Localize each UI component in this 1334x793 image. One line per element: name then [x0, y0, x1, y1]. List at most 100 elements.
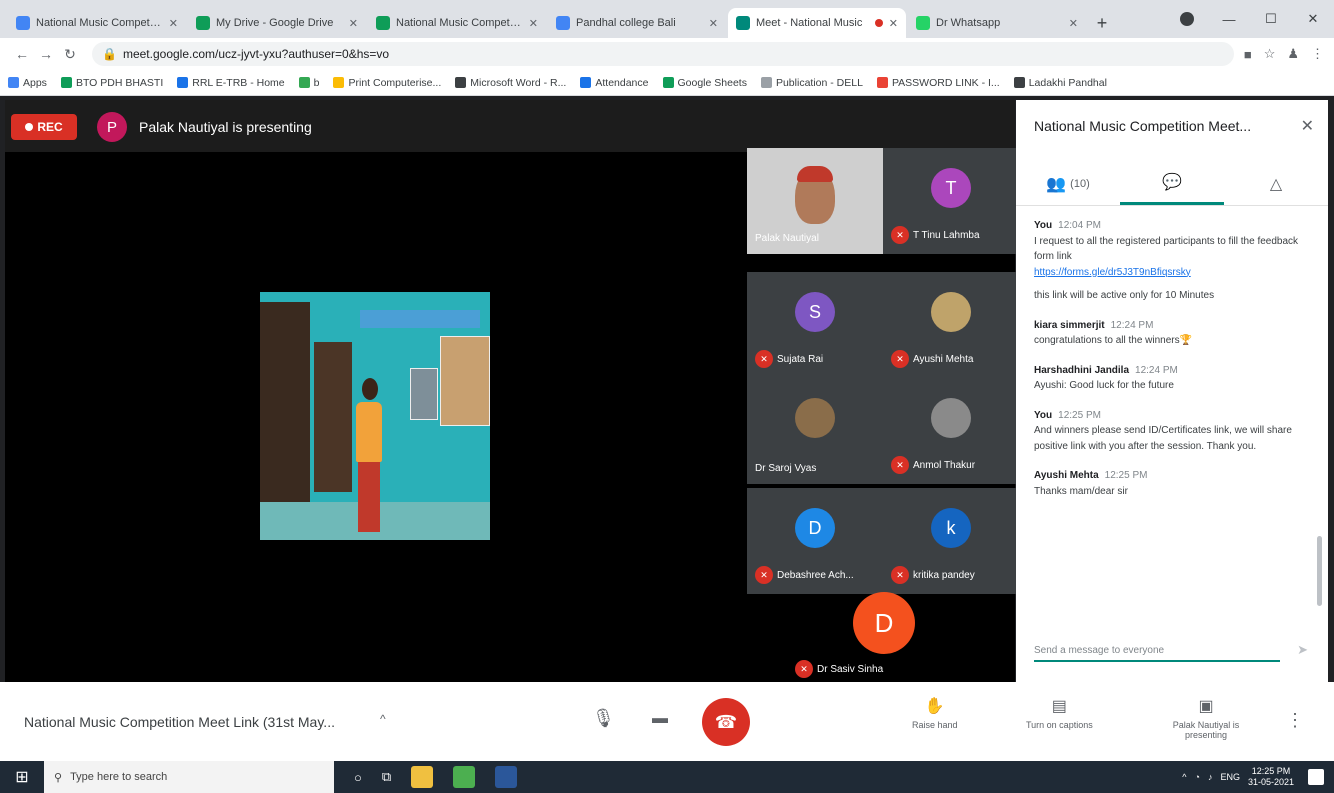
profile-icon[interactable] — [1180, 12, 1194, 26]
message-time: 12:04 PM — [1058, 220, 1101, 231]
mic-off-icon: ✕ — [891, 566, 909, 584]
menu-kebab-icon[interactable]: ⋮ — [1311, 46, 1324, 62]
participant-tile[interactable]: ✕ Anmol Thakur — [883, 378, 1019, 484]
star-icon[interactable]: ☆ — [1264, 46, 1276, 62]
participant-tile[interactable]: ✕ Ayushi Mehta — [883, 272, 1019, 378]
notification-icon[interactable] — [1308, 769, 1324, 785]
bookmark-item[interactable]: Ladakhi Pandhal — [1013, 77, 1107, 89]
bookmark-item[interactable]: Attendance — [580, 77, 649, 89]
tab-activities[interactable]: △ — [1224, 162, 1328, 205]
bookmark-item[interactable]: RRL E-TRB - Home — [177, 77, 285, 89]
close-window-button[interactable]: ✕ — [1292, 6, 1334, 32]
tab-favicon-icon — [16, 16, 30, 30]
address-bar[interactable]: 🔒 meet.google.com/ucz-jyvt-yxu?authuser=… — [92, 42, 1234, 66]
tab-close-icon[interactable]: ✕ — [709, 17, 718, 30]
more-options-icon[interactable]: ⋮ — [1286, 710, 1304, 731]
captions-button[interactable]: ▤ Turn on captions — [1026, 696, 1093, 730]
message-text: this link will be active only for 10 Min… — [1034, 290, 1215, 301]
camera-permission-icon[interactable]: ■ — [1244, 47, 1252, 62]
tab-chat[interactable]: 💬 — [1120, 162, 1224, 205]
browser-tab[interactable]: National Music Competition ✕ — [368, 8, 546, 38]
participant-tile[interactable]: D ✕ Debashree Ach... — [747, 488, 883, 594]
hand-icon: ✋ — [924, 698, 945, 715]
tab-close-icon[interactable]: ✕ — [889, 17, 898, 30]
performer-head — [362, 378, 378, 400]
participant-name-row: ✕ Sujata Rai — [755, 350, 823, 368]
tab-favicon-icon — [556, 16, 570, 30]
file-explorer-icon[interactable] — [411, 766, 434, 788]
clock-date: 31-05-2021 — [1247, 777, 1294, 787]
tab-people[interactable]: 👥 (10) — [1016, 162, 1120, 205]
cortana-icon[interactable]: ○ — [354, 770, 362, 785]
camera-off-button[interactable]: ▬ — [652, 710, 668, 728]
presenting-button[interactable]: ▣ Palak Nautiyal is presenting — [1166, 696, 1246, 740]
chat-input[interactable]: Send a message to everyone — [1034, 640, 1280, 662]
system-tray: ^ ◔ ♪ ENG 12:25 PM 31-05-2021 — [1182, 761, 1294, 793]
tab-title: National Music Competition — [396, 17, 523, 29]
participant-tile[interactable]: T ✕ T Tinu Lahmba — [883, 148, 1019, 254]
browser-tab[interactable]: National Music Competition ✕ — [8, 8, 186, 38]
bookmark-item[interactable]: Google Sheets — [662, 77, 747, 89]
tray-chevron-icon[interactable]: ^ — [1182, 772, 1186, 782]
message-link[interactable]: https://forms.gle/dr5J3T9nBfiqsrsky — [1034, 265, 1304, 281]
close-icon[interactable]: ✕ — [1301, 116, 1314, 136]
message-time: 12:25 PM — [1104, 470, 1148, 481]
tab-close-icon[interactable]: ✕ — [169, 17, 178, 30]
reload-icon[interactable]: ↻ — [58, 46, 82, 63]
featured-participant-avatar[interactable]: D — [853, 592, 915, 654]
chat-icon: 💬 — [1162, 174, 1182, 191]
tab-favicon-icon — [916, 16, 930, 30]
participant-tile-video[interactable]: Palak Nautiyal — [747, 148, 883, 254]
bookmark-item[interactable]: Apps — [8, 77, 47, 89]
bookmark-icon — [60, 77, 72, 88]
bookmark-item[interactable]: Microsoft Word - R... — [455, 77, 566, 89]
message-time: 12:24 PM — [1110, 319, 1154, 331]
windows-start-icon[interactable]: ⊞ — [0, 761, 44, 793]
chat-scrollbar[interactable] — [1317, 536, 1322, 606]
raise-hand-button[interactable]: ✋ Raise hand — [912, 696, 958, 730]
bookmark-label: Apps — [23, 76, 47, 89]
bookmark-item[interactable]: PASSWORD LINK - I... — [876, 76, 1000, 89]
network-icon[interactable]: ◔ — [1195, 772, 1200, 782]
browser-tab[interactable]: My Drive - Google Drive ✕ — [188, 8, 366, 38]
volume-icon[interactable]: ♪ — [1208, 772, 1213, 782]
participant-photo-avatar — [931, 398, 971, 438]
mic-off-icon: ✕ — [795, 660, 813, 678]
meeting-details-title[interactable]: National Music Competition Meet Link (31… — [24, 714, 374, 730]
participant-tile[interactable]: Dr Saroj Vyas — [747, 378, 883, 484]
maximize-button[interactable]: ☐ — [1250, 6, 1292, 32]
bookmark-item[interactable]: Publication - DELL — [760, 77, 863, 89]
extension-icon[interactable]: ♟ — [1287, 46, 1299, 62]
new-tab-button[interactable]: + — [1088, 8, 1116, 38]
system-clock[interactable]: 12:25 PM 31-05-2021 — [1248, 766, 1294, 788]
bookmark-item[interactable]: Print Computerise... — [333, 77, 441, 89]
presenting-label: Palak Nautiyal is presenting — [1172, 720, 1240, 740]
participant-tile[interactable]: S ✕ Sujata Rai — [747, 272, 883, 378]
bookmark-item[interactable]: b — [298, 77, 319, 89]
participant-tile[interactable]: k ✕ kritika pandey — [883, 488, 1019, 594]
bookmark-label: PASSWORD LINK - I... — [891, 76, 1000, 89]
leave-call-button[interactable]: ☎ — [702, 698, 750, 746]
chrome-icon[interactable] — [453, 766, 476, 788]
back-arrow-icon[interactable]: ← — [10, 46, 34, 62]
language-indicator[interactable]: ENG — [1220, 772, 1240, 782]
mic-off-button[interactable]: 🎙 — [592, 708, 615, 729]
browser-tab[interactable]: Dr Whatsapp ✕ — [908, 8, 1086, 38]
chevron-up-icon[interactable]: ^ — [380, 712, 386, 726]
bookmark-item[interactable]: BTO PDH BHASTI — [60, 77, 163, 89]
taskbar-search[interactable]: ⚲ Type here to search — [44, 761, 334, 793]
word-icon[interactable] — [495, 766, 518, 788]
shared-scene-wall — [260, 302, 310, 502]
tab-close-icon[interactable]: ✕ — [1069, 17, 1078, 30]
send-icon[interactable]: ➤ — [1297, 642, 1308, 658]
minimize-button[interactable]: — — [1208, 6, 1250, 32]
captions-icon: ▤ — [1051, 698, 1067, 715]
tab-close-icon[interactable]: ✕ — [529, 17, 538, 30]
browser-tab-active[interactable]: Meet - National Music ✕ — [728, 8, 906, 38]
forward-arrow-icon[interactable]: → — [34, 46, 58, 62]
tab-close-icon[interactable]: ✕ — [349, 17, 358, 30]
task-view-icon[interactable]: ⧉ — [382, 769, 391, 785]
meet-favicon-icon — [736, 16, 750, 30]
browser-tab[interactable]: Pandhal college Bali ✕ — [548, 8, 726, 38]
url-text: meet.google.com/ucz-jyvt-yxu?authuser=0&… — [122, 47, 390, 61]
